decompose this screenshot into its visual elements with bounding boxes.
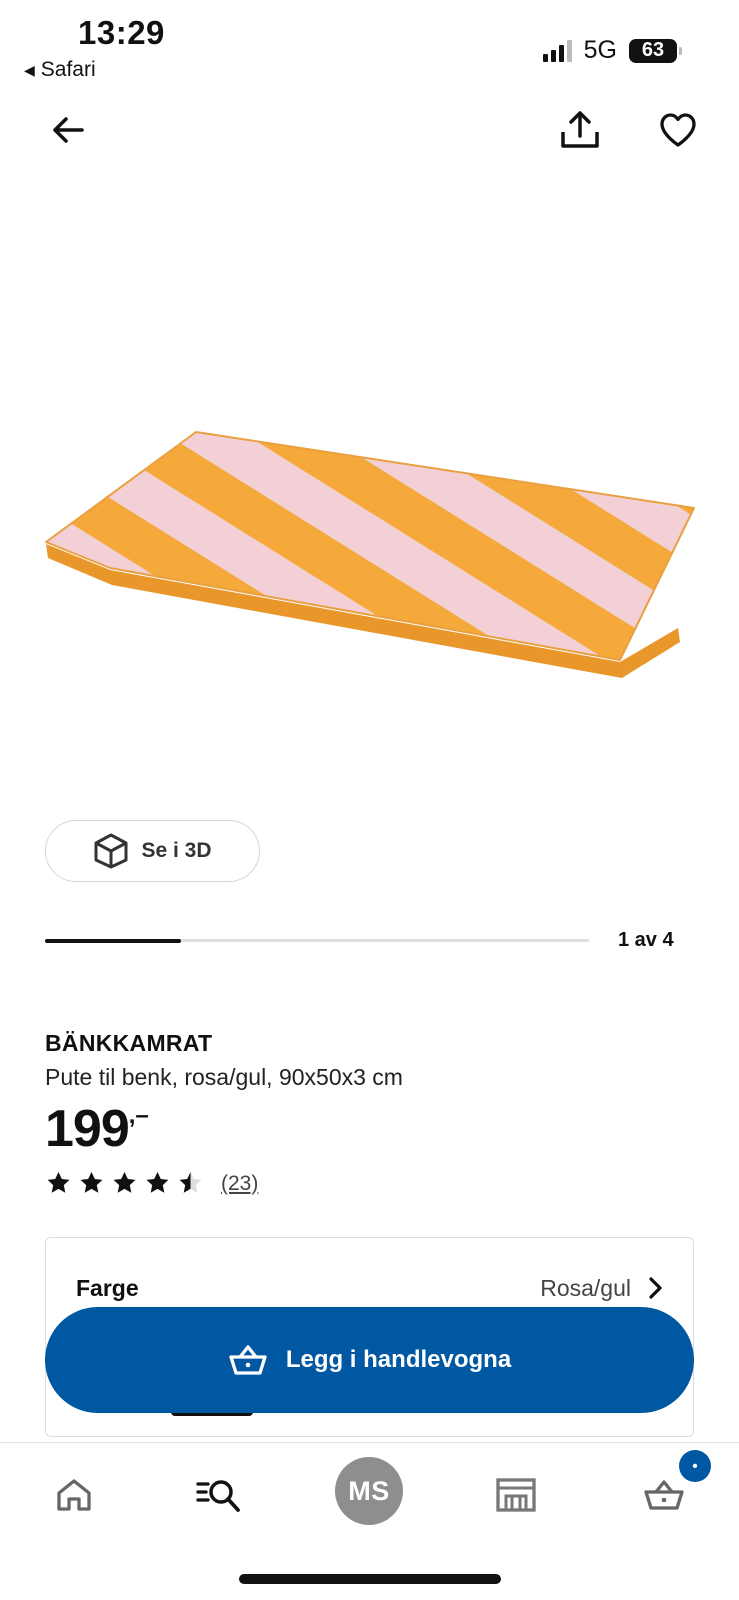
nav-profile[interactable]: MS bbox=[335, 1457, 403, 1525]
store-icon bbox=[496, 1478, 536, 1512]
back-to-safari[interactable]: ◀ Safari bbox=[24, 58, 96, 82]
star-icon bbox=[113, 1172, 136, 1193]
star-icon bbox=[80, 1172, 103, 1193]
status-indicators: 5G 63 bbox=[542, 36, 682, 65]
basket-icon bbox=[644, 1480, 684, 1510]
price-suffix: ,– bbox=[128, 1102, 149, 1129]
review-count[interactable]: (23) bbox=[221, 1172, 258, 1196]
search-icon bbox=[196, 1480, 240, 1512]
view-3d-button[interactable]: Se i 3D bbox=[45, 820, 260, 882]
price-integer: 199 bbox=[45, 1100, 130, 1158]
gallery-progress-fill bbox=[45, 938, 181, 943]
battery-icon: 63 bbox=[629, 38, 682, 63]
chevron-right-icon bbox=[649, 1277, 662, 1299]
star-icon bbox=[179, 1172, 202, 1193]
cube-icon bbox=[94, 833, 128, 869]
color-label: Farge bbox=[76, 1275, 139, 1301]
product-image[interactable] bbox=[0, 380, 739, 720]
signal-icon bbox=[542, 39, 572, 62]
gallery-position: 1 av 4 bbox=[618, 929, 674, 951]
share-button[interactable] bbox=[556, 106, 604, 154]
home-icon bbox=[57, 1479, 91, 1511]
arrow-left-icon bbox=[53, 117, 84, 143]
rating-stars bbox=[45, 1170, 204, 1197]
battery-level: 63 bbox=[641, 39, 665, 61]
gallery-progress-track bbox=[45, 938, 589, 943]
nav-stores[interactable] bbox=[488, 1467, 544, 1523]
home-indicator bbox=[239, 1574, 501, 1584]
nav-home[interactable] bbox=[46, 1467, 102, 1523]
heart-icon bbox=[660, 113, 696, 147]
product-name: BÄNKKAMRAT bbox=[45, 1030, 213, 1056]
network-label: 5G bbox=[583, 36, 617, 64]
product-description: Pute til benk, rosa/gul, 90x50x3 cm bbox=[45, 1064, 403, 1090]
star-icon bbox=[47, 1172, 70, 1193]
color-value: Rosa/gul bbox=[540, 1275, 631, 1301]
view-3d-label: Se i 3D bbox=[141, 839, 212, 862]
profile-initials: MS bbox=[348, 1475, 390, 1506]
product-price: 199 ,– bbox=[45, 1098, 149, 1160]
share-icon bbox=[561, 111, 599, 148]
star-icon bbox=[146, 1172, 169, 1193]
back-triangle-icon: ◀ bbox=[24, 61, 35, 78]
status-time: 13:29 bbox=[78, 14, 165, 51]
nav-search[interactable] bbox=[192, 1467, 248, 1523]
product-rating[interactable]: (23) bbox=[45, 1170, 258, 1197]
favorite-button[interactable] bbox=[654, 106, 702, 154]
back-button[interactable] bbox=[44, 106, 92, 154]
cart-badge: • bbox=[679, 1450, 711, 1482]
back-app-label: Safari bbox=[40, 58, 96, 81]
add-to-cart-label: Legg i handlevogna bbox=[285, 1346, 512, 1373]
add-to-cart-button[interactable]: Legg i handlevogna bbox=[45, 1307, 694, 1413]
basket-icon bbox=[229, 1345, 267, 1375]
